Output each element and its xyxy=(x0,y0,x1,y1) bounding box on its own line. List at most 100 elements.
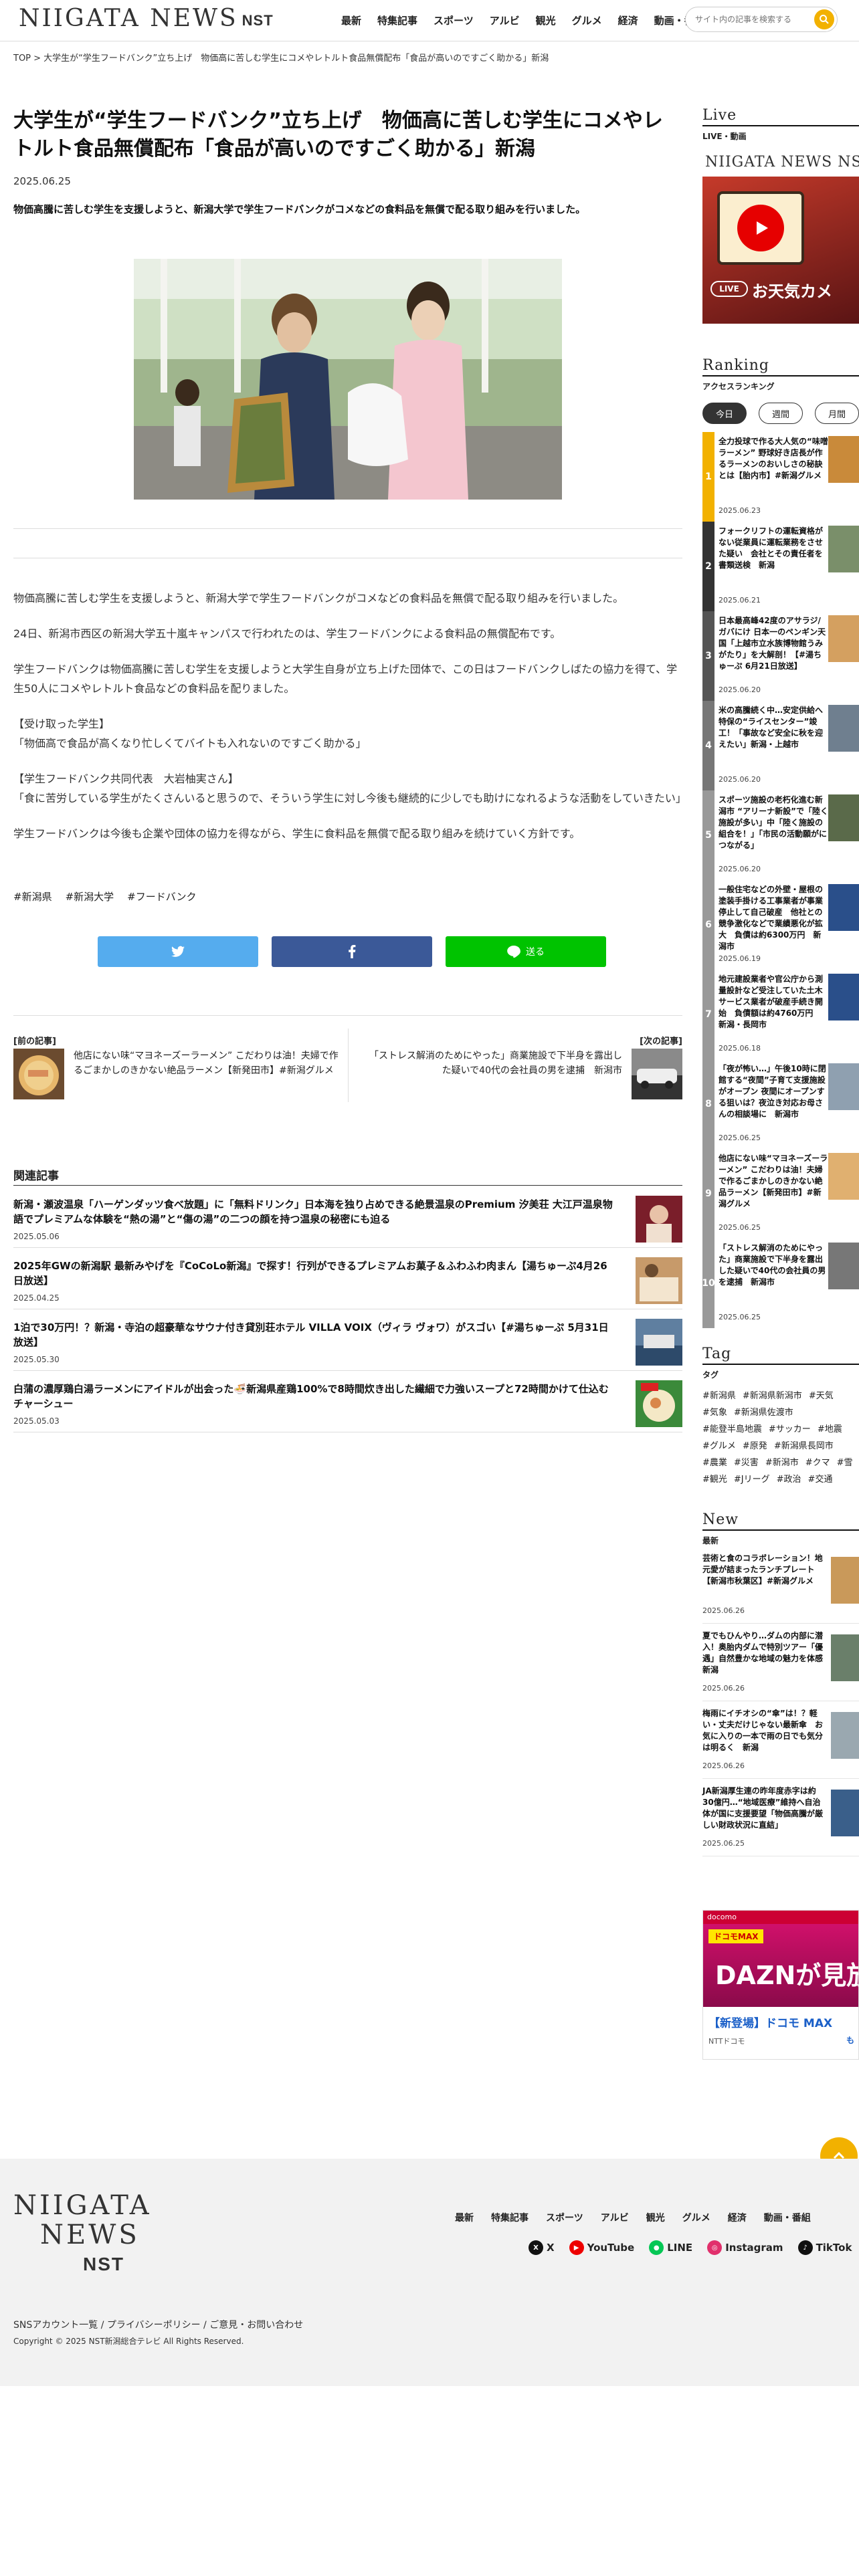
tag-link[interactable]: #新潟大学 xyxy=(66,889,114,903)
search-input[interactable] xyxy=(695,13,802,26)
search-button[interactable] xyxy=(814,9,834,29)
new-item[interactable]: 夏でもひんやり…ダムの内部に潜入！奥胎内ダムで特別ツアー「優遇」自然豊かな地域の… xyxy=(702,1624,859,1701)
tag-cloud-item[interactable]: #新潟市 xyxy=(765,1455,799,1468)
social-x-link[interactable]: XX xyxy=(529,2240,555,2255)
breadcrumb[interactable]: TOP > 大学生が“学生フードバンク”立ち上げ 物価高に苦しむ学生にコメやレト… xyxy=(13,51,549,64)
site-logo[interactable]: NIIGATA NEWS NST xyxy=(19,5,274,32)
nav-item-tourism[interactable]: 観光 xyxy=(536,13,556,27)
tag-cloud-item[interactable]: #能登半島地震 xyxy=(702,1422,762,1434)
tag-cloud-item[interactable]: #クマ xyxy=(805,1455,830,1468)
footer-nav-item[interactable]: アルビ xyxy=(601,2211,629,2224)
ranking-item-title: フォークリフトの運転資格がない従業員に運転業務をさせた疑い 会社とその責任者を書… xyxy=(719,526,824,570)
new-item[interactable]: JA新潟厚生連の昨年度赤字は約30億円…“地域医療”維持へ自治体が国に支援要望「… xyxy=(702,1779,859,1856)
nav-item-latest[interactable]: 最新 xyxy=(341,13,361,27)
ad-image: ドコモMAX DAZNが見放 xyxy=(703,1924,858,2007)
tag-cloud-item[interactable]: #サッカー xyxy=(769,1422,811,1434)
ranking-item[interactable]: 8 「夜が怖い…」午後10時に閉館する“夜間”子育て支援施設がオープン 夜間にオー… xyxy=(702,1059,859,1149)
ranking-number: 9 xyxy=(702,1149,714,1239)
ranking-item-date: 2025.06.19 xyxy=(719,954,761,963)
line-icon: ● xyxy=(649,2240,664,2255)
footer-nav-item[interactable]: 特集記事 xyxy=(491,2211,529,2224)
ranking-item[interactable]: 6 一般住宅などの外壁・屋根の塗装手掛ける工事業者が事業停止して自己破産 他社との… xyxy=(702,880,859,970)
ranking-body: スポーツ施設の老朽化進む新潟市 “アリーナ新設”で「陸く施設が多い」中「陸く施設… xyxy=(714,790,828,880)
tab-weekly[interactable]: 週間 xyxy=(759,403,803,424)
footer-nav-item[interactable]: 観光 xyxy=(646,2211,665,2224)
nav-item-features[interactable]: 特集記事 xyxy=(377,13,417,27)
ranking-body: 米の高騰続く中…安定供給へ特保の“ライスセンター”竣工！「事故など安全に秋を迎え… xyxy=(714,701,828,790)
nav-item-sports[interactable]: スポーツ xyxy=(434,13,474,27)
tag-cloud-item[interactable]: #天気 xyxy=(809,1388,834,1401)
related-item-title: 1泊で30万円！？新潟・寺泊の超豪華なサウナ付き貸別荘ホテル VILLA VOI… xyxy=(13,1321,609,1348)
social-youtube-link[interactable]: ▶ YouTube xyxy=(569,2240,635,2255)
tag-cloud-item[interactable]: #雪 xyxy=(837,1455,853,1468)
footer-nav-item[interactable]: スポーツ xyxy=(546,2211,583,2224)
tag-cloud-item[interactable]: #新潟県長岡市 xyxy=(774,1438,834,1451)
nav-item-albirex[interactable]: アルビ xyxy=(490,13,520,27)
ad-banner-main: DAZNが見放 xyxy=(715,1961,859,1990)
tag-cloud-item[interactable]: #地震 xyxy=(818,1422,842,1434)
main-nav: 最新 特集記事 スポーツ アルビ 観光 グルメ 経済 動画・番組 xyxy=(341,13,704,27)
ranking-item[interactable]: 2 フォークリフトの運転資格がない従業員に運転業務をさせた疑い 会社とその責任者を… xyxy=(702,522,859,611)
article-photo xyxy=(134,259,562,500)
ad-banner[interactable]: docomo ドコモMAX DAZNが見放 【新登場】ドコモ MAX NTTドコ… xyxy=(702,1910,859,2060)
new-item-title: JA新潟厚生連の昨年度赤字は約30億円…“地域医療”維持へ自治体が国に支援要望「… xyxy=(702,1786,824,1830)
related-item[interactable]: 1泊で30万円！？新潟・寺泊の超豪華なサウナ付き貸別荘ホテル VILLA VOI… xyxy=(13,1315,682,1371)
ranking-item[interactable]: 7 地元建設業者や官公庁から測量設計など受注していた土木サービス業者が破産手続き開… xyxy=(702,970,859,1059)
tag-link[interactable]: #新潟県 xyxy=(13,889,52,903)
tag-cloud-item[interactable]: #農業 xyxy=(702,1455,727,1468)
ranking-item-date: 2025.06.20 xyxy=(719,775,761,784)
social-label: YouTube xyxy=(587,2242,635,2254)
related-item[interactable]: 白蒲の濃厚鶏白湯ラーメンにアイドルが出会った🍜新潟県産鶏100%で8時間炊き出し… xyxy=(13,1376,682,1432)
tag-cloud-item[interactable]: #Jリーグ xyxy=(734,1472,770,1485)
ranking-item[interactable]: 4 米の高騰続く中…安定供給へ特保の“ライスセンター”竣工！「事故など安全に秋を迎… xyxy=(702,701,859,790)
tab-monthly[interactable]: 月間 xyxy=(815,403,859,424)
ranking-item[interactable]: 9 他店にない味“マヨネーズーラーメン” こだわりは油！夫婦で作るごまかしのきかな… xyxy=(702,1149,859,1239)
share-facebook-button[interactable] xyxy=(272,936,432,967)
tab-today[interactable]: 今日 xyxy=(702,403,747,424)
tag-cloud-item[interactable]: #グルメ xyxy=(702,1438,736,1451)
related-item-date: 2025.05.06 xyxy=(13,1232,60,1241)
tag-cloud-item[interactable]: #観光 xyxy=(702,1472,727,1485)
ranking-body: 「ストレス解消のためにやった」商業施設で下半身を露出した疑いで40代の会社員の男… xyxy=(714,1239,828,1328)
tag-cloud-item[interactable]: #政治 xyxy=(777,1472,801,1485)
footer-nav-item[interactable]: グルメ xyxy=(682,2211,710,2224)
nav-item-economy[interactable]: 経済 xyxy=(618,13,638,27)
next-article-link[interactable]: 「ストレス解消のためにやった」商業施設で下半身を露出した疑いで40代の会社員の男… xyxy=(361,1049,682,1099)
ranking-item-title: 他店にない味“マヨネーズーラーメン” こだわりは油！夫婦で作るごまかしのきかない… xyxy=(719,1154,828,1208)
tag-cloud-item[interactable]: #新潟県新潟市 xyxy=(743,1388,802,1401)
ranking-number: 8 xyxy=(702,1059,714,1149)
nav-item-gourmet[interactable]: グルメ xyxy=(572,13,602,27)
footer-nav-item[interactable]: 最新 xyxy=(455,2211,474,2224)
related-item[interactable]: 新潟・瀬波温泉「ハーゲンダッツ食べ放題」に「無料ドリンク」日本海を独り占めできる… xyxy=(13,1192,682,1248)
live-camera-banner[interactable]: NIIGATA NEWS NST LIVE お天気カメ xyxy=(702,150,859,324)
social-tiktok-link[interactable]: ♪ TikTok xyxy=(797,2240,852,2255)
tag-link[interactable]: #フードバンク xyxy=(127,889,196,903)
tag-cloud-item[interactable]: #原発 xyxy=(743,1438,767,1451)
social-line-link[interactable]: ● LINE xyxy=(649,2240,692,2255)
ad-more-link[interactable]: も xyxy=(846,2034,854,2046)
article-lead: 物価高騰に苦しむ学生を支援しようと、新潟大学で学生フードバンクがコメなどの食料品… xyxy=(13,203,586,215)
new-item[interactable]: 芸術と食のコラボレーション！地元愛が詰まったランチプレート【新潟市秋葉区】#新潟… xyxy=(702,1546,859,1624)
tag-cloud-item[interactable]: #交通 xyxy=(808,1472,833,1485)
share-twitter-button[interactable] xyxy=(98,936,258,967)
related-item-thumbnail xyxy=(636,1257,682,1304)
ranking-item[interactable]: 10 「ストレス解消のためにやった」商業施設で下半身を露出した疑いで40代の会社員… xyxy=(702,1239,859,1328)
related-item[interactable]: 2025年GWの新潟駅 最新みやげを『CoCoLo新潟』で探す！行列ができるプレ… xyxy=(13,1253,682,1309)
ranking-item[interactable]: 3 日本最高峰42度のアサラジ/ガバにけ 日本一のペンギン天国「上越市立水族博物館… xyxy=(702,611,859,701)
footer-logo[interactable]: NIIGATA NEWS NST xyxy=(13,2191,152,2279)
footer-nav-item[interactable]: 経済 xyxy=(728,2211,747,2224)
tag-cloud-item[interactable]: #新潟県佐渡市 xyxy=(734,1405,793,1418)
prev-article-link[interactable]: 他店にない味“マヨネーズーラーメン” こだわりは油！夫婦で作るごまかしのきかない… xyxy=(13,1049,341,1099)
live-banner-text: お天気カメ xyxy=(752,282,832,301)
share-line-button[interactable]: 送る xyxy=(446,936,606,967)
ranking-item[interactable]: 5 スポーツ施設の老朽化進む新潟市 “アリーナ新設”で「陸く施設が多い」中「陸く施… xyxy=(702,790,859,880)
ranking-heading: Ranking xyxy=(702,357,859,377)
new-item[interactable]: 梅雨にイチオシの“傘”は！？軽い・丈夫だけじゃない最新傘 お気に入りの一本で雨の… xyxy=(702,1701,859,1779)
ranking-item[interactable]: 1 全力投球で作る大人気の“味噌ラーメン” 野球好き店長が作るラーメンのおいしさの… xyxy=(702,432,859,522)
tag-cloud-item[interactable]: #気象 xyxy=(702,1405,727,1418)
social-instagram-link[interactable]: ◎ Instagram xyxy=(707,2240,783,2255)
footer-nav-item[interactable]: 動画・番組 xyxy=(764,2211,811,2224)
footer-links[interactable]: SNSアカウント一覧 / プライバシーポリシー / ご意見・お問い合わせ xyxy=(13,2318,303,2331)
tag-cloud-item[interactable]: #新潟県 xyxy=(702,1388,736,1401)
tag-cloud-item[interactable]: #災害 xyxy=(734,1455,759,1468)
